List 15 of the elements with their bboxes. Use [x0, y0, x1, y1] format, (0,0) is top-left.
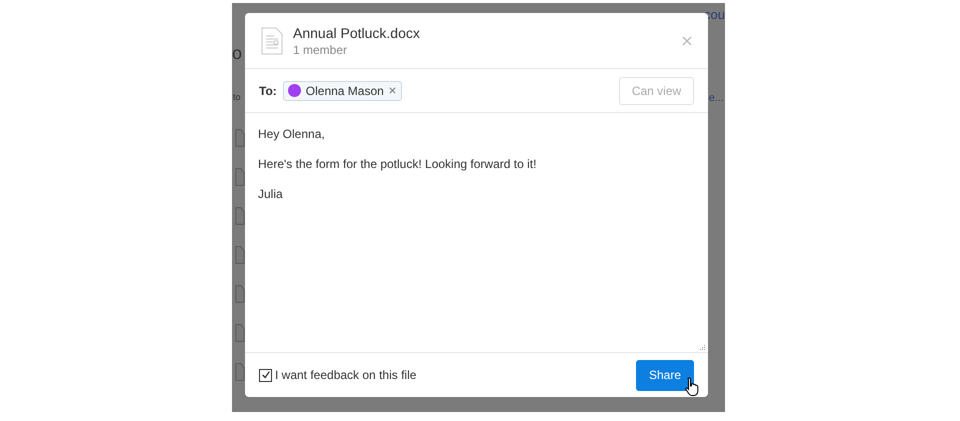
to-label: To: [259, 84, 277, 98]
message-line: Here's the form for the potluck! Looking forward to it! [258, 157, 538, 172]
page-heading: o [232, 43, 242, 64]
feedback-checkbox[interactable] [259, 368, 272, 382]
recipient-name: Olenna Mason [306, 84, 384, 98]
member-count: 1 member [293, 42, 348, 56]
share-button[interactable]: Share [636, 360, 694, 390]
recipient-chip[interactable]: Olenna Mason [282, 80, 402, 100]
dialog-title: Annual Potluck.docx [293, 24, 421, 40]
remove-icon[interactable] [388, 87, 396, 94]
message-line: Julia [258, 187, 284, 202]
document-icon [261, 26, 283, 54]
message-line: Hey Olenna, [258, 127, 326, 142]
feedback-label: I want feedback on this file [275, 368, 416, 382]
column-label: to [233, 92, 241, 102]
